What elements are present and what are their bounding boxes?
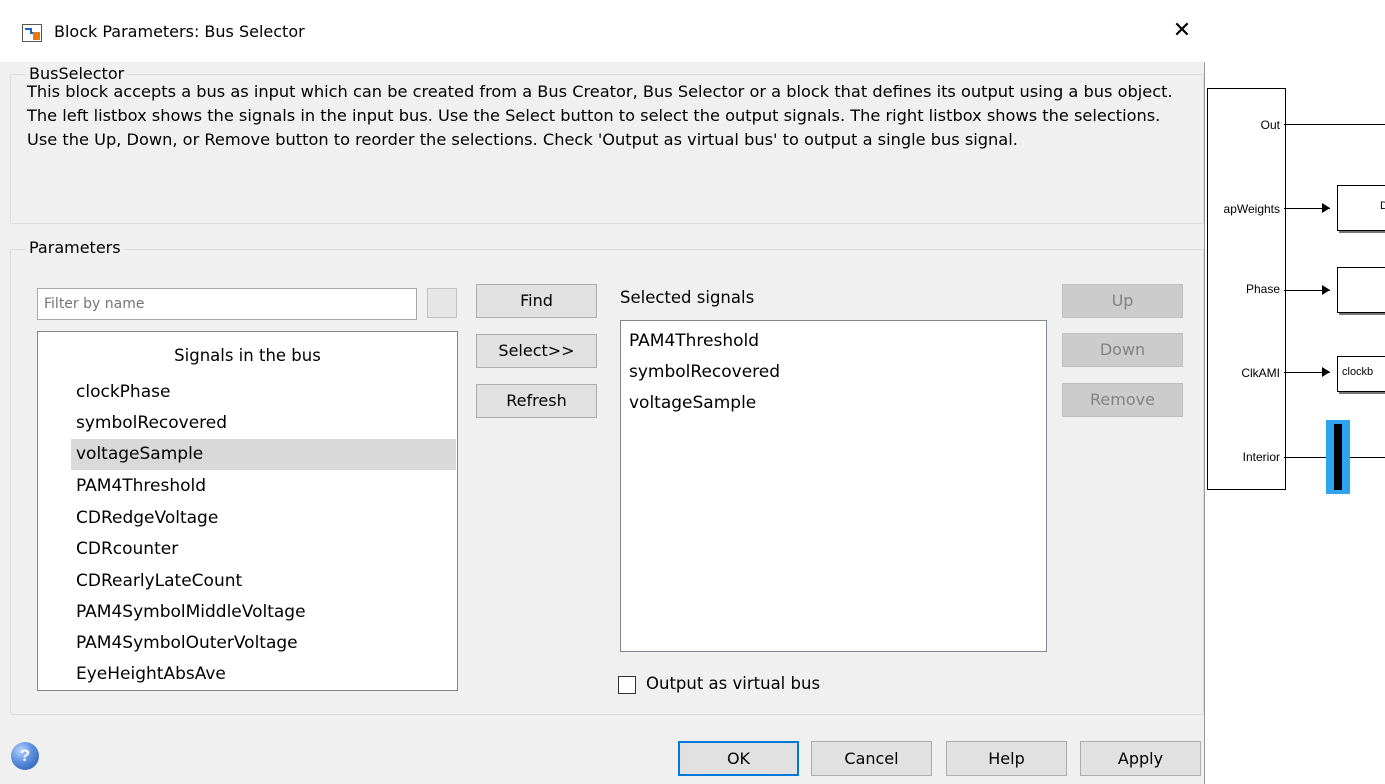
- list-item[interactable]: EyeHeightAbsAve: [71, 659, 456, 690]
- bus-selector-bar: [1334, 424, 1342, 490]
- find-button[interactable]: Find: [476, 284, 597, 318]
- port-label-interior: Interior: [1242, 450, 1280, 464]
- title-bar[interactable]: Block Parameters: Bus Selector ✕: [0, 0, 1205, 62]
- port-label-out: Out: [1260, 118, 1280, 132]
- selected-signal-item[interactable]: voltageSample: [629, 388, 756, 418]
- help-button[interactable]: Help: [946, 741, 1067, 776]
- diagram-block-clock[interactable]: clockb: [1337, 356, 1385, 392]
- select-button[interactable]: Select>>: [476, 334, 597, 368]
- parameters-section-label: Parameters: [26, 238, 124, 257]
- list-item[interactable]: clockPhase: [71, 377, 456, 408]
- port-label-clkami: ClkAMI: [1241, 366, 1280, 380]
- diagram-block-d[interactable]: D: [1337, 185, 1385, 231]
- selected-signal-item[interactable]: symbolRecovered: [629, 357, 780, 387]
- selected-signal-item[interactable]: PAM4Threshold: [629, 326, 759, 356]
- signals-in-bus-listbox[interactable]: Signals in the bus clockPhase symbolReco…: [37, 331, 458, 691]
- port-label-phase: Phase: [1245, 282, 1280, 296]
- selected-signals-label: Selected signals: [620, 288, 755, 307]
- apply-button[interactable]: Apply: [1080, 741, 1201, 776]
- list-item[interactable]: symbolRecovered: [71, 408, 456, 439]
- list-item[interactable]: PAM4Threshold: [71, 471, 456, 502]
- bus-selector-block-highlighted[interactable]: [1326, 420, 1350, 494]
- help-question-icon[interactable]: ?: [11, 742, 39, 770]
- block-label-d: D: [1380, 200, 1385, 212]
- block-label-clock: clockb: [1342, 366, 1374, 378]
- port-label-weights: apWeights: [1223, 202, 1280, 216]
- list-item[interactable]: CDRedgeVoltage: [71, 503, 456, 534]
- remove-button[interactable]: Remove: [1062, 383, 1183, 417]
- selected-signals-listbox[interactable]: PAM4Threshold symbolRecovered voltageSam…: [620, 320, 1047, 652]
- up-button[interactable]: Up: [1062, 284, 1183, 318]
- list-item[interactable]: PAM4SymbolMiddleVoltage: [71, 597, 456, 628]
- list-item[interactable]: CDRcounter: [71, 534, 456, 565]
- list-item[interactable]: PAM4SymbolOuterVoltage: [71, 628, 456, 659]
- dialog-title: Block Parameters: Bus Selector: [54, 22, 305, 41]
- down-button[interactable]: Down: [1062, 333, 1183, 367]
- refresh-button[interactable]: Refresh: [476, 384, 597, 418]
- block-parameters-dialog: Block Parameters: Bus Selector ✕ BusSele…: [0, 0, 1205, 784]
- arrowhead-phase: [1322, 285, 1330, 295]
- arrowhead-clkami: [1322, 367, 1330, 377]
- output-virtual-bus-label: Output as virtual bus: [646, 674, 821, 693]
- arrowhead-weights: [1322, 203, 1330, 213]
- simulink-app-icon: [22, 24, 42, 42]
- signal-line-out: [1284, 124, 1385, 125]
- ok-button[interactable]: OK: [678, 741, 799, 776]
- diagram-block-phase[interactable]: [1337, 267, 1385, 313]
- output-virtual-bus-checkbox[interactable]: [618, 676, 636, 694]
- filter-options-button[interactable]: [427, 288, 457, 318]
- block-description: This block accepts a bus as input which …: [27, 82, 1173, 149]
- filter-input[interactable]: [37, 288, 417, 320]
- list-item-selected[interactable]: voltageSample: [71, 439, 456, 470]
- signals-list-header: Signals in the bus: [174, 346, 321, 365]
- cancel-button[interactable]: Cancel: [811, 741, 932, 776]
- close-icon[interactable]: ✕: [1170, 18, 1194, 42]
- list-item[interactable]: CDRearlyLateCount: [71, 566, 456, 597]
